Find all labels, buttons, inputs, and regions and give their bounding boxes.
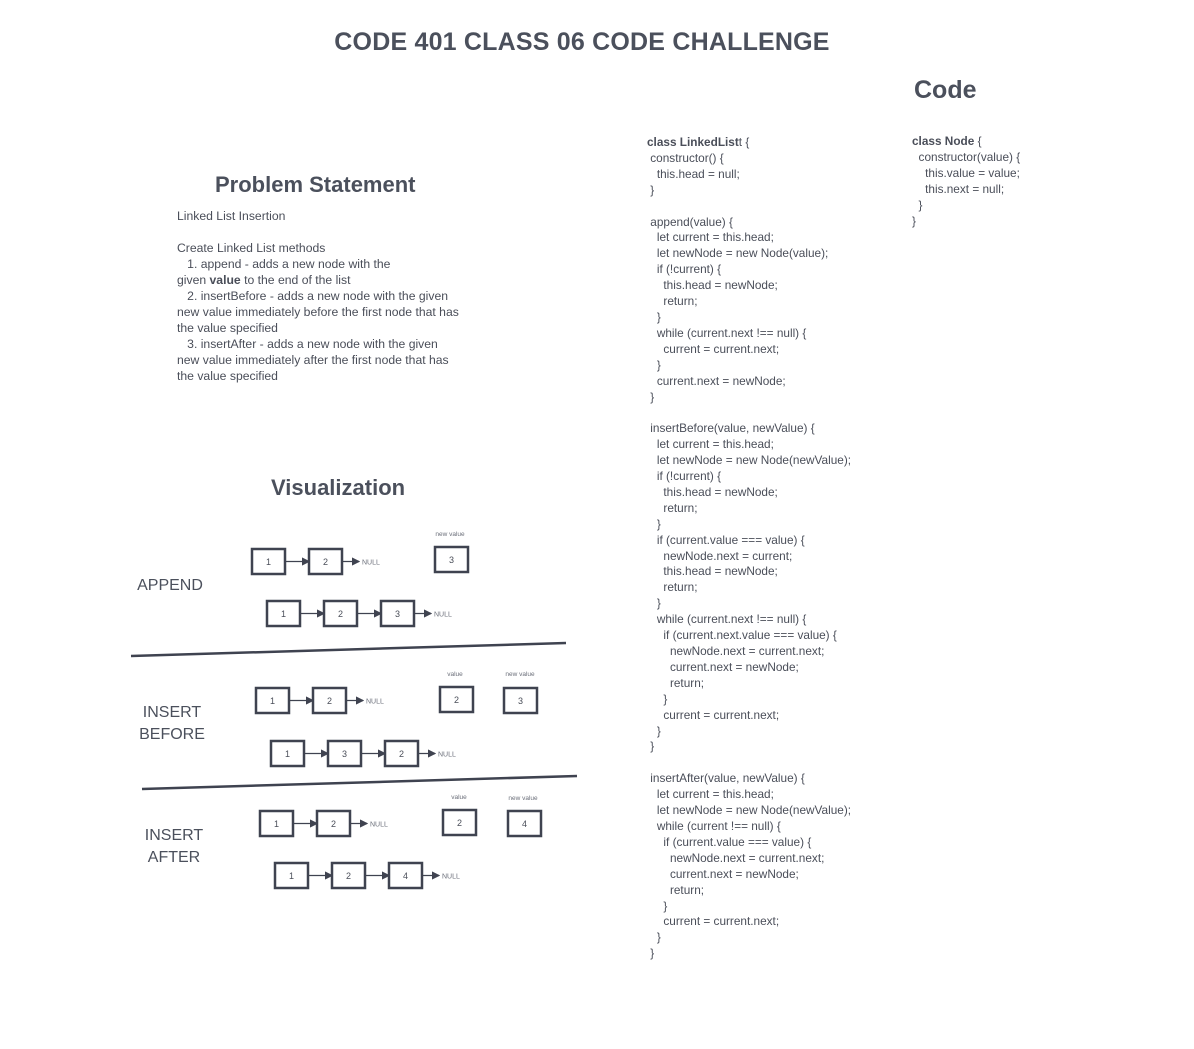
- list-node-value: 3: [518, 696, 523, 706]
- box-caption: new value: [505, 671, 535, 678]
- null-label: NULL: [366, 699, 384, 706]
- list-node-value: 2: [457, 818, 462, 828]
- box-caption: value: [447, 671, 463, 678]
- list-node-value: 1: [274, 819, 279, 829]
- null-label: NULL: [438, 752, 456, 759]
- list-node-value: 1: [285, 749, 290, 759]
- list-node-value: 2: [338, 609, 343, 619]
- list-node-value: 1: [266, 557, 271, 567]
- node-class-code: class Node { constructor(value) { this.v…: [912, 134, 1021, 228]
- list-node-value: 2: [346, 871, 351, 881]
- null-label: NULL: [434, 612, 452, 619]
- list-node-value: 4: [403, 871, 408, 881]
- list-node-value: 4: [522, 819, 527, 829]
- linked-list-code-body: constructor() { this.head = null; } appe…: [650, 150, 852, 961]
- linked-list-class-keyword: class LinkedList: [647, 135, 739, 149]
- list-node-value: 2: [331, 819, 336, 829]
- list-node-value: 1: [289, 871, 294, 881]
- list-node-value: 2: [327, 696, 332, 706]
- section-divider: [130, 641, 567, 658]
- node-class-keyword: class Node: [912, 134, 975, 148]
- null-label: NULL: [442, 874, 460, 881]
- list-node-value: 1: [270, 696, 275, 706]
- null-label: NULL: [370, 822, 388, 829]
- section-divider: [141, 774, 578, 791]
- list-node-value: 2: [454, 695, 459, 705]
- code-heading: Code: [914, 76, 977, 104]
- list-node-value: 3: [449, 555, 454, 565]
- list-node-value: 3: [342, 749, 347, 759]
- box-caption: new value: [508, 795, 538, 802]
- linked-list-code: class LinkedListt { constructor() { this…: [647, 135, 852, 961]
- list-node-value: 2: [399, 749, 404, 759]
- node-code-body: constructor(value) { this.value = value;…: [912, 149, 1021, 228]
- list-node-value: 3: [395, 609, 400, 619]
- visualization-diagram: 1 2 NULL new value 3 1 2 3 NULL 1 2 NULL value 2 new v…: [130, 531, 578, 890]
- list-node-value: 1: [281, 609, 286, 619]
- box-caption: new value: [435, 531, 465, 538]
- list-node-value: 2: [323, 557, 328, 567]
- box-caption: value: [451, 794, 467, 801]
- null-label: NULL: [362, 560, 380, 567]
